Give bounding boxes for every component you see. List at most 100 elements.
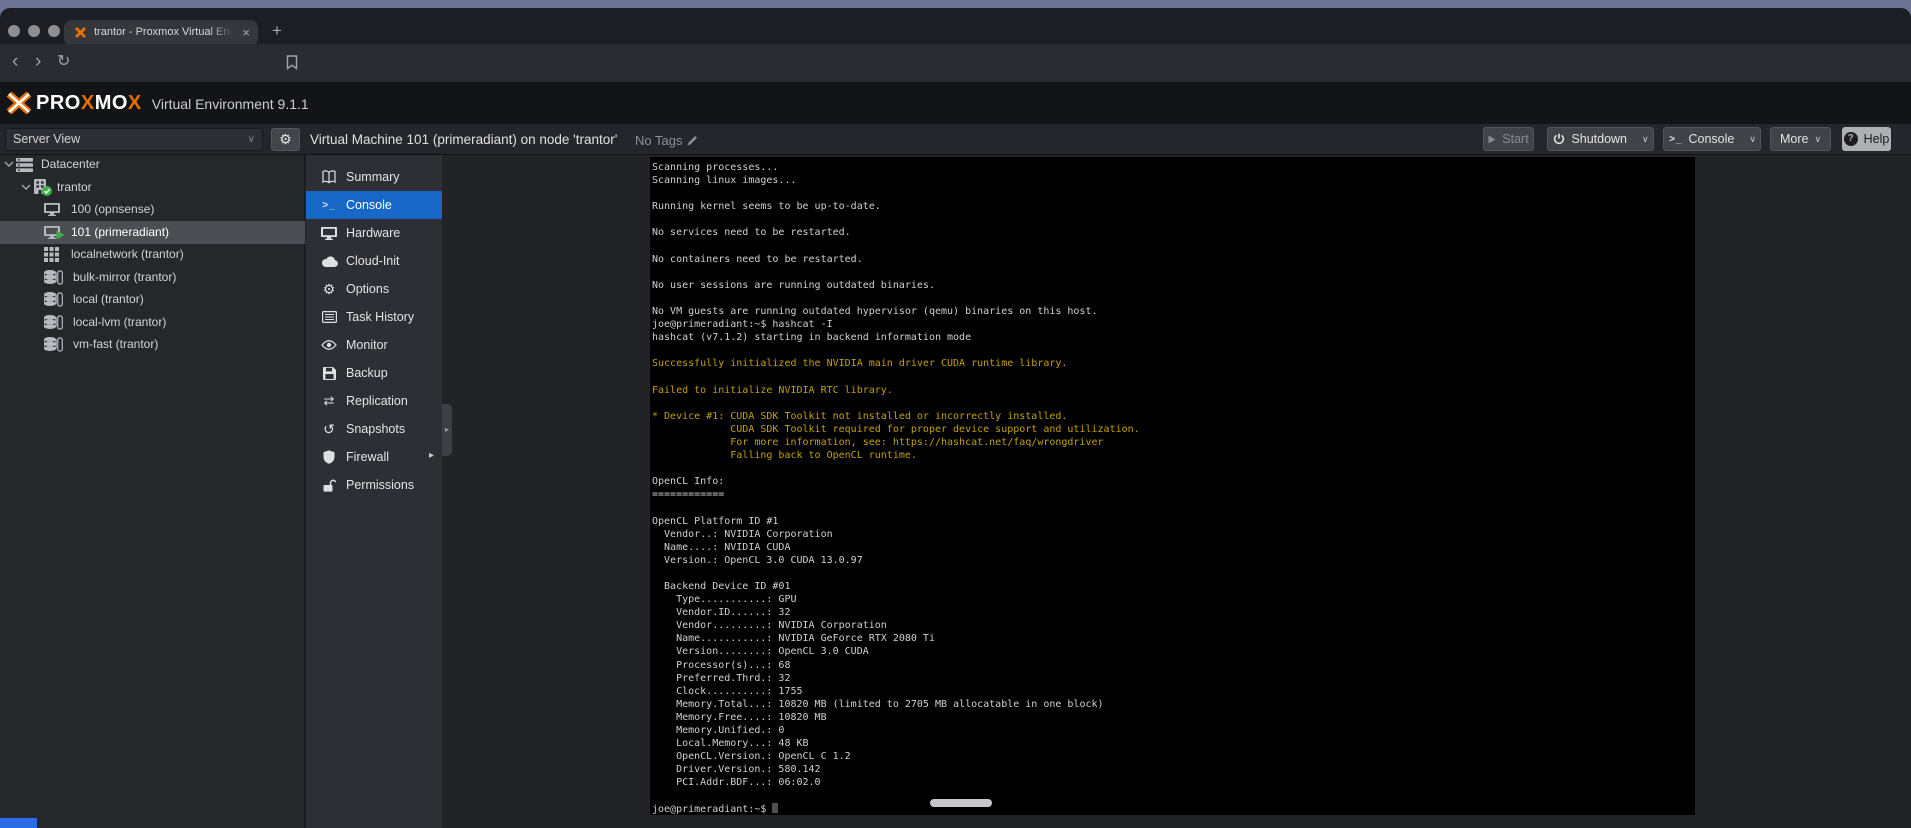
- console-scrollbar-thumb[interactable]: [930, 799, 992, 807]
- tree-item-datacenter[interactable]: Datacenter: [0, 153, 305, 176]
- tree-item-sdn-localnetwork[interactable]: localnetwork (trantor): [0, 243, 305, 266]
- tree-item-label: localnetwork (trantor): [71, 247, 184, 261]
- browser-tab[interactable]: trantor - Proxmox Virtual Envir ×: [64, 20, 258, 46]
- terminal-line: ============: [652, 489, 725, 501]
- menu-item-backup[interactable]: Backup: [306, 359, 442, 387]
- storage-icon: [44, 292, 63, 307]
- terminal-line: Driver.Version.: 580.142: [652, 764, 821, 776]
- terminal-line: Type...........: GPU: [652, 594, 797, 606]
- tree-item-label: 101 (primeradiant): [71, 225, 170, 239]
- tree-item-storage-bulk-mirror[interactable]: bulk-mirror (trantor): [0, 266, 305, 289]
- tree-item-vm-101[interactable]: 101 (primeradiant): [0, 221, 305, 244]
- power-icon: [1553, 133, 1565, 145]
- tree-item-storage-local[interactable]: local (trantor): [0, 288, 305, 311]
- menu-item-snapshots[interactable]: ↺ Snapshots: [306, 415, 442, 443]
- storage-icon: [44, 270, 63, 285]
- menu-item-permissions[interactable]: Permissions: [306, 471, 442, 499]
- menu-item-firewall[interactable]: Firewall ▸: [306, 443, 442, 471]
- expand-chevron-icon[interactable]: [21, 184, 31, 190]
- menu-item-label: Summary: [346, 170, 400, 184]
- menu-item-monitor[interactable]: Monitor: [306, 331, 442, 359]
- vm-tags[interactable]: No Tags: [635, 133, 698, 148]
- proxmox-favicon-icon: [74, 26, 87, 39]
- edit-pencil-icon[interactable]: [687, 135, 698, 146]
- menu-item-options[interactable]: ⚙ Options: [306, 275, 442, 303]
- bookmark-icon[interactable]: [286, 55, 298, 70]
- terminal-line: Failed to initialize NVIDIA RTC library.: [652, 384, 893, 396]
- history-icon: ↺: [323, 420, 335, 437]
- panel-collapse-handle[interactable]: ▸: [442, 404, 452, 456]
- more-button[interactable]: More ∨: [1770, 127, 1831, 151]
- traffic-light-minimize-icon[interactable]: [28, 25, 40, 37]
- terminal-line: Version........: OpenCL 3.0 CUDA: [652, 646, 869, 658]
- terminal-line: PCI.Addr.BDF...: 06:02.0: [652, 777, 821, 789]
- terminal-line: Backend Device ID #01: [652, 581, 791, 592]
- menu-item-summary[interactable]: Summary: [306, 163, 442, 191]
- terminal-line: Vendor.........: NVIDIA Corporation: [652, 620, 887, 632]
- terminal-line: CUDA SDK Toolkit required for proper dev…: [652, 423, 1140, 435]
- terminal-line: OpenCL Platform ID #1: [652, 515, 779, 527]
- tree-item-storage-local-lvm[interactable]: local-lvm (trantor): [0, 311, 305, 334]
- console-dropdown-icon[interactable]: ∨: [1742, 134, 1763, 145]
- traffic-light-zoom-icon[interactable]: [48, 25, 60, 37]
- view-mode-select[interactable]: Server View ∨: [5, 128, 263, 151]
- brand-mo: MO: [94, 92, 128, 114]
- forward-icon[interactable]: ›: [35, 52, 41, 71]
- start-button[interactable]: Start: [1483, 127, 1534, 151]
- menu-item-label: Console: [346, 198, 392, 212]
- gear-icon: ⚙: [279, 131, 292, 147]
- reload-icon[interactable]: ↻: [57, 53, 70, 71]
- resource-tree: Datacenter trantor 100 (opnsense) 101 (p…: [0, 155, 305, 828]
- menu-item-console[interactable]: >_ Console: [306, 191, 442, 219]
- resource-toolbar: Server View ∨ ⚙ Virtual Machine 101 (pri…: [0, 124, 1911, 155]
- online-check-icon: [42, 186, 52, 196]
- terminal-line: Scanning processes...: [652, 162, 779, 173]
- book-icon: [320, 169, 338, 185]
- eye-icon: [320, 337, 338, 353]
- menu-item-label: Monitor: [346, 338, 388, 352]
- shutdown-button[interactable]: Shutdown ∨: [1547, 127, 1654, 151]
- shutdown-dropdown-icon[interactable]: ∨: [1635, 134, 1656, 145]
- menu-item-task-history[interactable]: Task History: [306, 303, 442, 331]
- tree-item-vm-100[interactable]: 100 (opnsense): [0, 198, 305, 221]
- select-chevron-icon: ∨: [247, 134, 255, 145]
- help-button[interactable]: ? Help: [1842, 127, 1891, 151]
- terminal-line: * Device #1: CUDA SDK Toolkit not instal…: [652, 410, 1068, 422]
- tree-item-storage-vm-fast[interactable]: vm-fast (trantor): [0, 333, 305, 356]
- menu-item-label: Task History: [346, 310, 415, 324]
- terminal-line: Vendor..: NVIDIA Corporation: [652, 528, 833, 540]
- no-tags-label: No Tags: [635, 133, 683, 148]
- expand-chevron-icon[interactable]: [4, 161, 14, 167]
- version-label: Virtual Environment 9.1.1: [151, 96, 309, 112]
- back-icon[interactable]: ‹: [12, 52, 18, 71]
- terminal-line: Running kernel seems to be up-to-date.: [652, 201, 881, 213]
- menu-item-hardware[interactable]: Hardware: [306, 219, 442, 247]
- shutdown-label: Shutdown: [1571, 132, 1628, 146]
- storage-icon: [44, 315, 63, 330]
- tree-item-label: vm-fast (trantor): [73, 337, 159, 351]
- vnc-console[interactable]: Scanning processes... Scanning linux imag…: [650, 157, 1695, 815]
- terminal-line: Version.: OpenCL 3.0 CUDA 13.0.97: [652, 554, 863, 566]
- collapse-chevron-icon: ▸: [444, 425, 449, 434]
- tab-close-icon[interactable]: ×: [242, 25, 250, 40]
- terminal-line: Falling back to OpenCL runtime.: [652, 450, 917, 462]
- running-play-icon: [56, 230, 65, 240]
- vm-icon: [44, 203, 60, 216]
- list-icon: [320, 309, 338, 325]
- console-button[interactable]: >_ Console ∨: [1663, 127, 1761, 151]
- shutdown-main[interactable]: Shutdown: [1545, 132, 1635, 146]
- new-tab-icon[interactable]: +: [272, 21, 282, 41]
- tree-item-node-trantor[interactable]: trantor: [0, 176, 305, 199]
- console-main[interactable]: >_ Console: [1661, 132, 1742, 146]
- tree-settings-button[interactable]: ⚙: [271, 128, 300, 151]
- menu-item-replication[interactable]: ⇄ Replication: [306, 387, 442, 415]
- menu-item-cloud-init[interactable]: Cloud-Init: [306, 247, 442, 275]
- replication-arrows-icon: ⇄: [323, 393, 335, 408]
- traffic-light-close-icon[interactable]: [8, 25, 20, 37]
